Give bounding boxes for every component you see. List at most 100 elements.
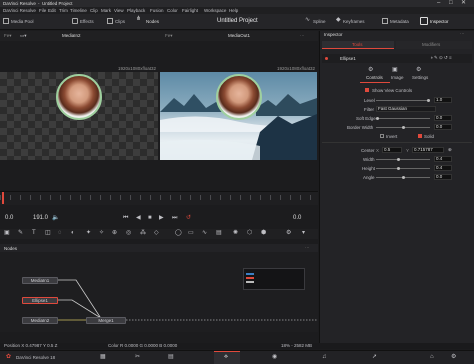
viewer-right-options-icon[interactable]: Fe▾ (165, 33, 173, 38)
settings-tab-icon[interactable]: ⚙ (416, 67, 421, 74)
effects-icon[interactable] (72, 18, 78, 24)
inspector-icon[interactable] (420, 17, 428, 25)
viewer-left-options-icon[interactable]: Fe▾ (4, 33, 12, 38)
light-tool-icon[interactable]: ✺ (233, 230, 238, 237)
controls-tab-icon[interactable]: ⚙ (368, 67, 373, 74)
image-tab-icon[interactable]: ▣ (392, 67, 398, 74)
node-minimap[interactable] (243, 268, 305, 290)
filter-dropdown[interactable]: Fast Gaussian (376, 106, 436, 112)
soft-edge-field[interactable]: 0.0 (434, 115, 452, 121)
page-color-icon[interactable]: ◉ (272, 354, 277, 361)
playhead[interactable] (2, 192, 4, 204)
menu-playback[interactable]: Playback (127, 8, 145, 13)
media-pool-button[interactable]: Media Pool (11, 19, 34, 24)
angle-knob[interactable] (402, 176, 405, 179)
menu-mark[interactable]: Mark (101, 8, 111, 13)
more-tools-icon[interactable]: ▾ (302, 230, 305, 237)
page-fusion-icon[interactable]: ⟡ (224, 354, 228, 361)
menu-timeline[interactable]: Timeline (70, 8, 87, 13)
node-ellipse1[interactable]: Ellipse1 (22, 297, 58, 304)
inspector-menu-icon[interactable]: ··· (460, 31, 465, 36)
rectangle-tool-icon[interactable]: ▭ (188, 230, 194, 237)
effects-button[interactable]: Effects (80, 19, 94, 24)
node-merge1[interactable]: Merge1 (86, 317, 126, 324)
page-fairlight-icon[interactable]: ♫ (322, 354, 327, 361)
menu-edit[interactable]: Edit (48, 8, 56, 13)
width-knob[interactable] (397, 158, 400, 161)
nodes-button[interactable]: Nodes (146, 19, 159, 24)
menu-davinci[interactable]: DaVinci Resolve (3, 8, 36, 13)
clips-button[interactable]: Clips (115, 19, 125, 24)
show-view-controls-checkbox[interactable] (365, 88, 369, 92)
go-start-icon[interactable]: ⏮ (123, 215, 128, 222)
subtab-settings[interactable]: Settings (412, 75, 428, 80)
blur-tool-icon[interactable]: ◌ (58, 230, 62, 237)
menu-fairlight[interactable]: Fairlight (182, 8, 198, 13)
center-y-field[interactable]: 0.715787 (412, 147, 444, 153)
3d-tool-icon[interactable]: ◇ (154, 230, 159, 237)
height-knob[interactable] (397, 167, 400, 170)
tracker-tool-icon[interactable]: ◎ (126, 230, 131, 237)
nodes-icon[interactable]: ⋔ (136, 16, 141, 22)
invert-checkbox[interactable] (380, 134, 384, 138)
page-edit-icon[interactable]: ▤ (168, 354, 174, 361)
particle-tool-icon[interactable]: ⁂ (140, 230, 146, 237)
text-tool-icon[interactable]: T (32, 230, 36, 237)
inspector-button[interactable]: Inspector (430, 19, 449, 24)
home-icon[interactable]: ⌂ (430, 354, 434, 361)
go-end-icon[interactable]: ⏭ (172, 215, 177, 222)
tab-tools[interactable]: Tools (322, 41, 394, 49)
minimize-icon[interactable]: – (437, 0, 440, 7)
keyframes-icon[interactable]: ◆ (336, 17, 341, 23)
media-pool-icon[interactable] (3, 18, 9, 24)
page-media-icon[interactable]: ▦ (100, 354, 106, 361)
level-knob[interactable] (427, 99, 430, 102)
center-pick-icon[interactable]: ⊕ (448, 147, 452, 152)
shape-tool-icon[interactable]: ⬡ (247, 230, 252, 237)
keyframes-button[interactable]: Keyframes (343, 19, 365, 24)
solid-checkbox[interactable] (418, 134, 422, 138)
subtab-image[interactable]: Image (391, 75, 404, 80)
menu-file[interactable]: File (39, 8, 46, 13)
spline-icon[interactable]: ∿ (305, 17, 310, 23)
metadata-button[interactable]: Metadata (390, 19, 409, 24)
soft-edge-knob[interactable] (376, 117, 379, 120)
close-icon[interactable]: ✕ (461, 0, 466, 7)
menu-trim[interactable]: Trim (59, 8, 68, 13)
stop-icon[interactable]: ■ (148, 215, 152, 222)
width-slider[interactable] (376, 159, 430, 160)
page-cut-icon[interactable]: ✂ (135, 354, 140, 361)
loop-icon[interactable]: ↺ (186, 215, 191, 222)
timeline-ruler[interactable] (0, 191, 318, 205)
menu-view[interactable]: View (114, 8, 124, 13)
spline-button[interactable]: Spline (313, 19, 326, 24)
mask-tool-icon[interactable]: ✦ (86, 230, 91, 237)
page-deliver-icon[interactable]: ➚ (372, 354, 377, 361)
node-icons[interactable]: ◑ ✎ ⊙ ↺ ≡ (430, 55, 452, 60)
maximize-icon[interactable]: □ (449, 0, 453, 7)
viewer-left-zoom-icon[interactable]: ▭▾ (20, 33, 27, 38)
viewer-right-node[interactable]: MediaOut1 (228, 33, 250, 38)
audio-icon[interactable]: 🔈 (52, 215, 59, 222)
level-slider[interactable] (376, 100, 430, 101)
height-slider[interactable] (376, 168, 430, 169)
angle-field[interactable]: 0.0 (434, 174, 452, 180)
paint-tool-icon[interactable]: ✎ (18, 230, 23, 237)
viewer-right[interactable] (160, 72, 317, 160)
background-tool-icon[interactable]: ▣ (4, 230, 10, 237)
node-mediain2[interactable]: MediaIn2 (22, 317, 58, 324)
color-tool-icon[interactable]: ◐ (71, 230, 75, 237)
viewer-left[interactable] (0, 72, 158, 160)
transform-tool-icon[interactable]: ⊕ (112, 230, 117, 237)
merge-tool-icon[interactable]: ◫ (45, 230, 51, 237)
border-width-knob[interactable] (402, 126, 405, 129)
metadata-icon[interactable] (382, 18, 388, 24)
width-field[interactable]: 0.4 (434, 156, 452, 162)
border-width-field[interactable]: 0.0 (434, 124, 452, 130)
bspline-tool-icon[interactable]: ∿ (202, 230, 207, 237)
soft-edge-slider[interactable] (376, 118, 430, 119)
height-field[interactable]: 0.4 (434, 165, 452, 171)
tab-modifiers[interactable]: Modifiers (396, 41, 472, 49)
viewer-right-menu-icon[interactable]: ··· (300, 33, 305, 38)
play-reverse-icon[interactable]: ◀ (136, 215, 141, 222)
